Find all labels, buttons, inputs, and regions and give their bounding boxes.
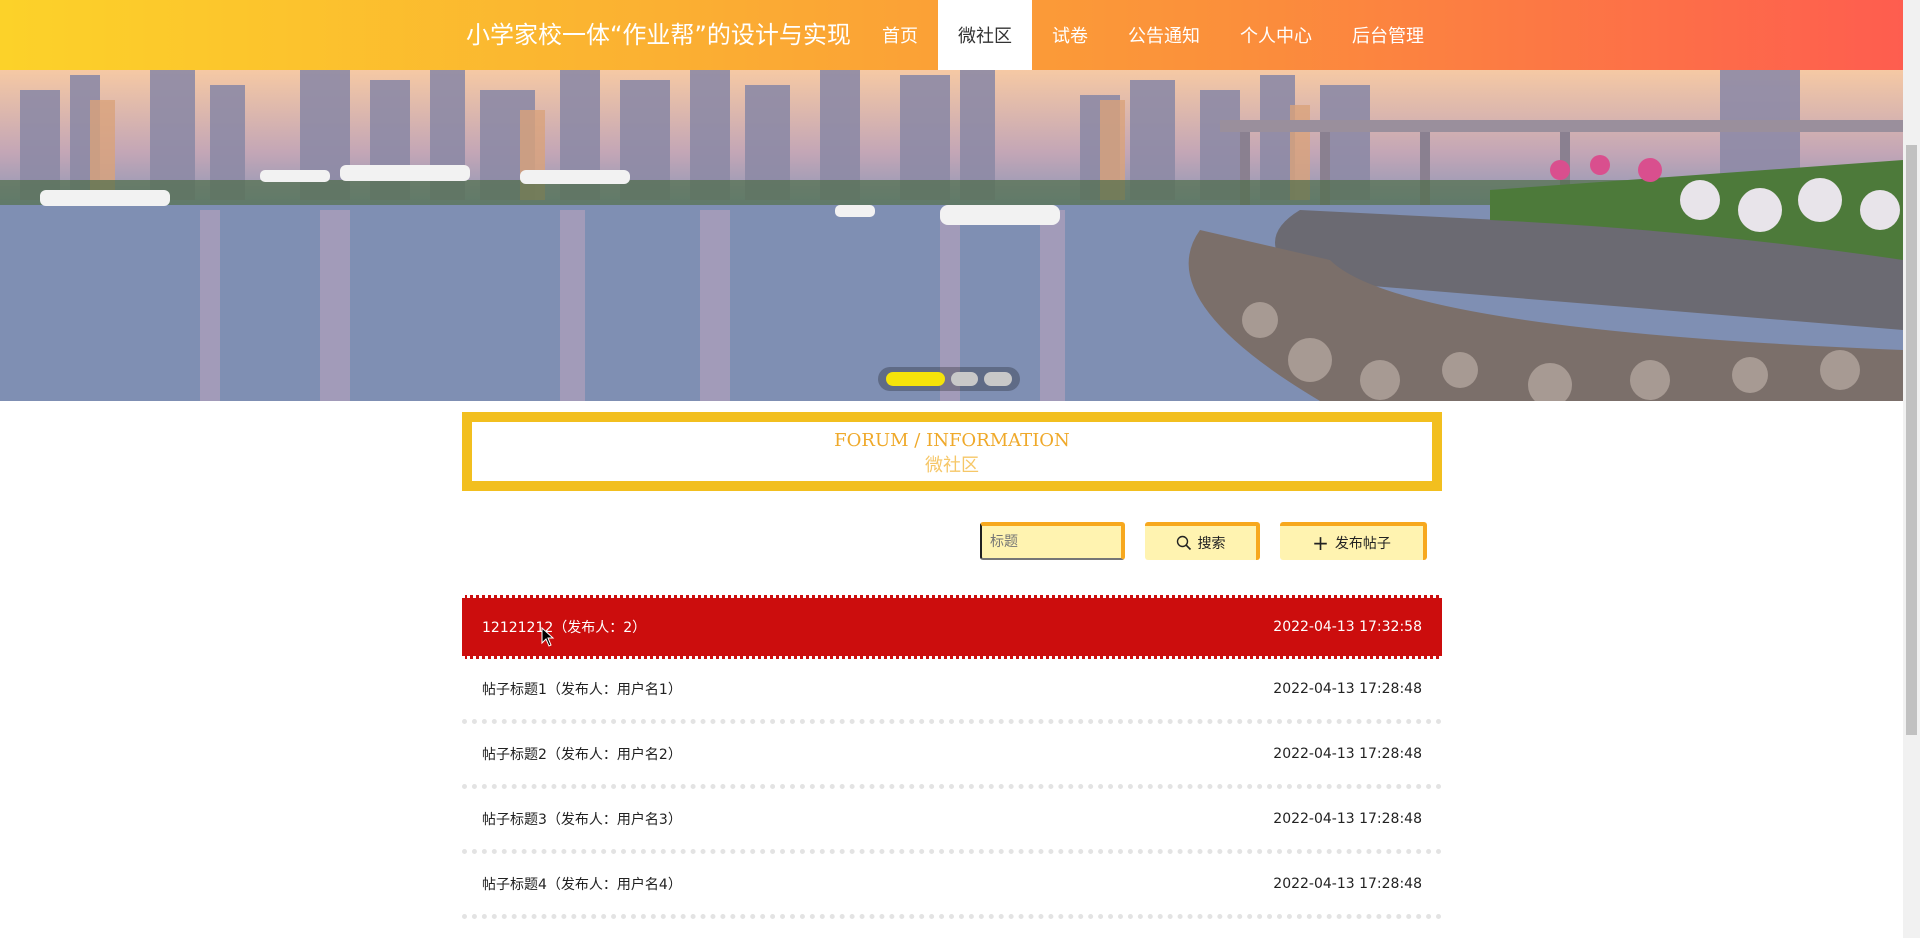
carousel-indicators xyxy=(878,367,1020,391)
carousel-dot-2[interactable] xyxy=(950,372,979,386)
nav-exam[interactable]: 试卷 xyxy=(1032,0,1108,70)
search-icon xyxy=(1176,535,1191,551)
title-search-input[interactable] xyxy=(980,522,1125,560)
post-title[interactable]: 12121212（发布人：2） xyxy=(482,617,646,637)
top-navbar: 小学家校一体“作业帮”的设计与实现 首页 微社区 试卷 公告通知 个人中心 后台… xyxy=(0,0,1903,70)
plus-icon: + xyxy=(1312,531,1329,555)
search-button-label: 搜索 xyxy=(1197,536,1226,552)
post-row[interactable]: 帖子标题4（发布人：用户名4） 2022-04-13 17:28:48 xyxy=(462,854,1442,919)
nav-profile[interactable]: 个人中心 xyxy=(1220,0,1332,70)
post-time: 2022-04-13 17:28:48 xyxy=(1273,876,1422,892)
post-row[interactable]: 帖子标题3（发布人：用户名3） 2022-04-13 17:28:48 xyxy=(462,789,1442,854)
main-nav: 首页 微社区 试卷 公告通知 个人中心 后台管理 xyxy=(862,0,1444,70)
vertical-scrollbar[interactable] xyxy=(1903,0,1920,938)
post-time: 2022-04-13 17:28:48 xyxy=(1273,681,1422,697)
site-title[interactable]: 小学家校一体“作业帮”的设计与实现 xyxy=(466,0,851,70)
post-row[interactable]: 帖子标题1（发布人：用户名1） 2022-04-13 17:28:48 xyxy=(462,659,1442,724)
post-title[interactable]: 帖子标题3（发布人：用户名3） xyxy=(482,809,682,829)
section-header: FORUM / INFORMATION 微社区 xyxy=(462,412,1442,491)
post-row[interactable]: 12121212（发布人：2） 2022-04-13 17:32:58 xyxy=(462,595,1442,659)
post-time: 2022-04-13 17:28:48 xyxy=(1273,746,1422,762)
section-title-en: FORUM / INFORMATION xyxy=(834,430,1070,451)
nav-home[interactable]: 首页 xyxy=(862,0,938,70)
nav-admin[interactable]: 后台管理 xyxy=(1332,0,1444,70)
post-time: 2022-04-13 17:32:58 xyxy=(1273,619,1422,635)
post-title[interactable]: 帖子标题1（发布人：用户名1） xyxy=(482,679,682,699)
post-title[interactable]: 帖子标题2（发布人：用户名2） xyxy=(482,744,682,764)
post-row[interactable]: 帖子标题2（发布人：用户名2） 2022-04-13 17:28:48 xyxy=(462,724,1442,789)
carousel-dot-1[interactable] xyxy=(886,372,945,386)
section-title-cn: 微社区 xyxy=(925,455,979,476)
mouse-cursor-icon xyxy=(541,627,555,647)
page: 小学家校一体“作业帮”的设计与实现 首页 微社区 试卷 公告通知 个人中心 后台… xyxy=(0,0,1903,938)
carousel-dot-3[interactable] xyxy=(984,372,1012,386)
banner-image xyxy=(0,70,1903,401)
post-title[interactable]: 帖子标题4（发布人：用户名4） xyxy=(482,874,682,894)
post-list: 12121212（发布人：2） 2022-04-13 17:32:58 帖子标题… xyxy=(462,595,1442,919)
nav-forum[interactable]: 微社区 xyxy=(938,0,1032,70)
scrollbar-thumb[interactable] xyxy=(1906,145,1917,735)
banner-carousel[interactable] xyxy=(0,70,1903,401)
nav-notice[interactable]: 公告通知 xyxy=(1108,0,1220,70)
search-button[interactable]: 搜索 xyxy=(1145,522,1260,560)
add-post-label: 发布帖子 xyxy=(1334,536,1391,552)
post-time: 2022-04-13 17:28:48 xyxy=(1273,811,1422,827)
add-post-button[interactable]: + 发布帖子 xyxy=(1280,522,1427,560)
